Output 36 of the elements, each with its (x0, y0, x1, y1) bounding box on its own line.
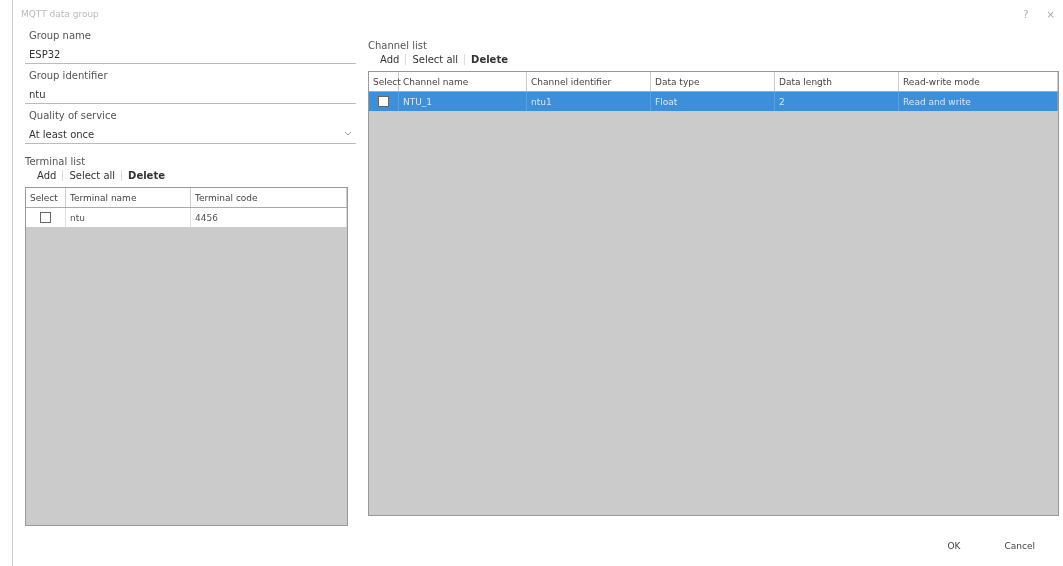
column-header[interactable]: Select (369, 72, 399, 91)
column-header[interactable]: Terminal code (191, 188, 347, 207)
table-cell: Read and write (899, 92, 1058, 111)
dialog-button[interactable]: OK (933, 537, 975, 555)
column-header[interactable]: Data type (651, 72, 775, 91)
table-cell: ntu1 (527, 92, 651, 111)
column-header[interactable]: Channel identifier (527, 72, 651, 91)
toolbar-link[interactable]: Delete (122, 170, 171, 181)
chevron-down-icon[interactable] (344, 131, 352, 137)
section-title: Terminal list (25, 156, 87, 167)
dropdown[interactable]: At least once (25, 125, 356, 144)
toolbar-link[interactable]: Add (31, 170, 64, 181)
toolbar-link[interactable]: Delete (465, 54, 514, 65)
checkbox[interactable] (40, 212, 51, 223)
section-title: Channel list (368, 40, 428, 51)
table-cell: 2 (775, 92, 899, 111)
table-row[interactable]: ntu 4456 (26, 208, 347, 227)
column-header[interactable]: Select (26, 188, 66, 207)
table-cell: ntu (66, 208, 191, 227)
checkbox[interactable] (378, 96, 389, 107)
table-cell: Float (651, 92, 775, 111)
table-cell: 4456 (191, 208, 347, 227)
dialog-button[interactable]: Cancel (990, 537, 1049, 555)
input-field[interactable]: ESP32 (25, 45, 356, 64)
field-label: Group identifier (29, 70, 109, 81)
column-header[interactable]: Read-write mode (899, 72, 1058, 91)
toolbar-link[interactable]: Select all (63, 170, 123, 181)
field-label: Quality of service (29, 110, 118, 121)
table-cell: NTU_1 (399, 92, 527, 111)
field-label: Group name (29, 30, 92, 41)
column-header[interactable]: Terminal name (66, 188, 191, 207)
input-field[interactable]: ntu (25, 85, 356, 104)
toolbar-link[interactable]: Select all (406, 54, 466, 65)
toolbar-link[interactable]: Add (374, 54, 407, 65)
window-title: MQTT data group (21, 9, 100, 19)
column-header[interactable]: Data length (775, 72, 899, 91)
